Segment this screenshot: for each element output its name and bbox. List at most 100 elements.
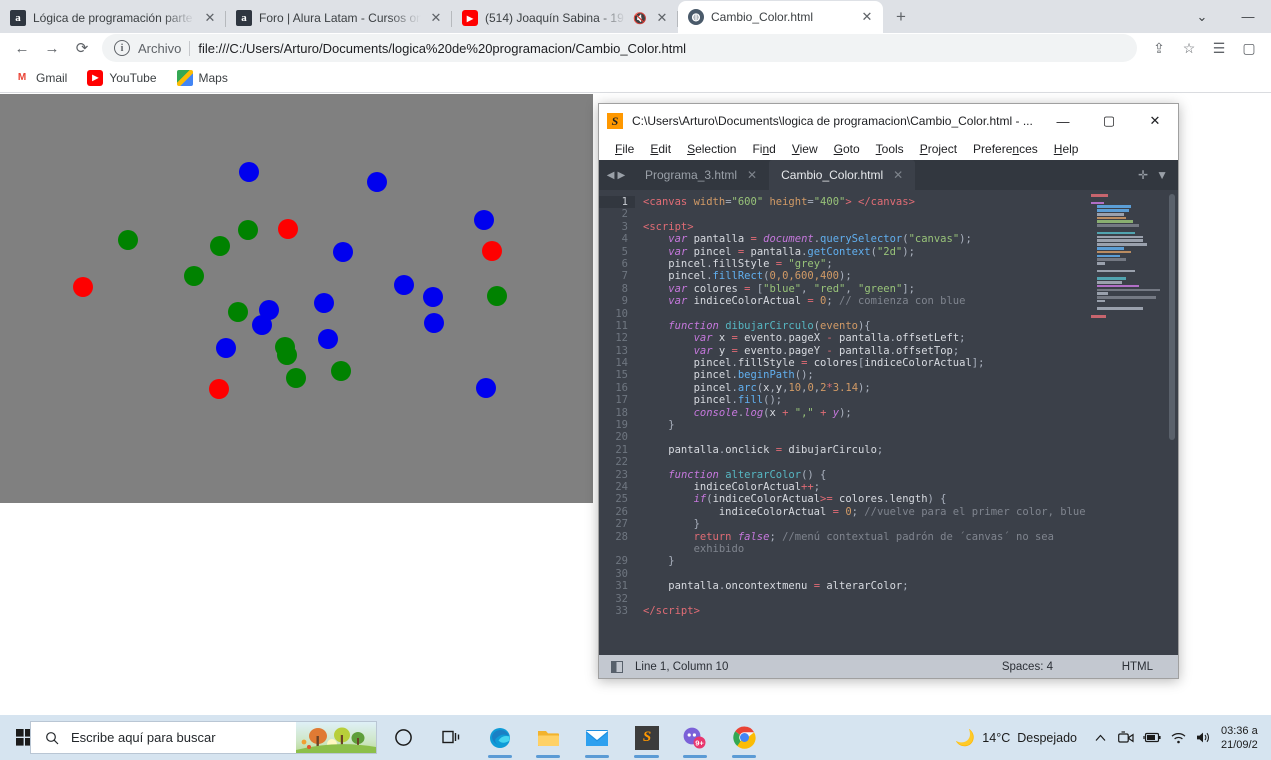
minimap[interactable]: [1091, 194, 1167, 426]
drawing-canvas[interactable]: [0, 94, 593, 503]
menu-project[interactable]: Project: [912, 142, 965, 156]
sublime-minimize-button[interactable]: —: [1040, 104, 1086, 138]
address-bar[interactable]: i Archivo file:///C:/Users/Arturo/Docume…: [102, 34, 1137, 62]
url-scheme-label: Archivo: [138, 40, 191, 56]
minimap-row: [1091, 198, 1167, 201]
tab-nav-arrows[interactable]: ◀ ▶: [599, 160, 633, 190]
browser-tab-2-title: Foro | Alura Latam - Cursos onlin: [259, 11, 421, 25]
line-number: 13: [615, 344, 628, 357]
add-tab-icon[interactable]: ✛: [1138, 168, 1148, 182]
edge-icon[interactable]: [476, 715, 524, 760]
file-explorer-icon[interactable]: [524, 715, 572, 760]
sublime-close-button[interactable]: ✕: [1132, 104, 1178, 138]
volume-icon[interactable]: [1191, 715, 1217, 760]
bookmarks-bar: M Gmail ▶ YouTube Maps: [0, 63, 1271, 93]
reading-list-icon[interactable]: ☰: [1205, 34, 1233, 62]
tab-close-icon[interactable]: ✕: [202, 10, 218, 26]
sublime-editor[interactable]: 1 2 3 4 5 6 7 8 9 10 11 12 13 14 15 16 17 18 19 20 21 22 23 24 2…: [599, 190, 1178, 655]
code-line[interactable]: indiceColorActual = 0; //vuelve para el …: [643, 506, 1178, 518]
code-line[interactable]: }: [643, 555, 1178, 567]
sidepanel-icon[interactable]: ▢: [1235, 34, 1263, 62]
close-icon[interactable]: ✕: [747, 168, 757, 182]
canvas-dot: [184, 266, 204, 286]
tab-close-icon[interactable]: ✕: [859, 9, 875, 25]
camera-icon[interactable]: [1113, 715, 1139, 760]
browser-tab-2[interactable]: a Foro | Alura Latam - Cursos onlin ✕: [226, 3, 452, 33]
menu-view[interactable]: View: [784, 142, 826, 156]
menu-file[interactable]: File: [607, 142, 642, 156]
new-tab-button[interactable]: +: [887, 3, 915, 31]
task-view-icon[interactable]: [427, 715, 475, 760]
sublime-tab-cambiocolor[interactable]: Cambio_Color.html ✕: [769, 160, 916, 190]
syntax-label[interactable]: HTML: [1122, 661, 1153, 673]
tab-mute-icon[interactable]: 🔇: [633, 12, 647, 25]
taskbar-clock[interactable]: 03:36 a 21/09/2: [1217, 724, 1271, 752]
tab-close-icon[interactable]: ✕: [654, 10, 670, 26]
sublime-maximize-button[interactable]: ▢: [1086, 104, 1132, 138]
sublime-text-icon[interactable]: S: [623, 715, 671, 760]
code-line[interactable]: if(indiceColorActual>= colores.length) {: [643, 493, 1178, 505]
browser-tab-3[interactable]: ▶ (514) Joaquín Sabina - 19 Dia 🔇 ✕: [452, 3, 678, 33]
teams-chat-icon[interactable]: 9+: [671, 715, 719, 760]
back-icon[interactable]: ←: [8, 34, 36, 62]
code-line[interactable]: function alterarColor() {: [643, 469, 1178, 481]
code-line[interactable]: </script>: [643, 605, 1178, 617]
menu-goto[interactable]: Goto: [826, 142, 868, 156]
battery-icon[interactable]: [1139, 715, 1165, 760]
browser-tab-1[interactable]: a Lógica de programación parte 3: ✕: [0, 3, 226, 33]
mail-icon[interactable]: [573, 715, 621, 760]
code-line[interactable]: pantalla.oncontextmenu = alterarColor;: [643, 580, 1178, 592]
show-hidden-icons[interactable]: [1087, 715, 1113, 760]
minimize-button[interactable]: —: [1225, 0, 1271, 33]
tab-close-icon[interactable]: ✕: [428, 10, 444, 26]
canvas-dot: [331, 361, 351, 381]
code-line[interactable]: indiceColorActual++;: [643, 481, 1178, 493]
menu-selection[interactable]: Selection: [679, 142, 744, 156]
editor-scrollbar[interactable]: [1169, 194, 1175, 440]
info-circle-icon[interactable]: i: [114, 40, 130, 56]
omnibox-toolbar: ← → ⟳ i Archivo file:///C:/Users/Arturo/…: [0, 33, 1271, 63]
code-line[interactable]: [643, 456, 1178, 468]
line-number: 9: [621, 295, 628, 308]
menu-edit[interactable]: Edit: [642, 142, 679, 156]
cortana-icon[interactable]: [379, 715, 427, 760]
taskbar-search-placeholder: Escribe aquí para buscar: [71, 730, 216, 745]
code-line[interactable]: pantalla.onclick = dibujarCirculo;: [643, 444, 1178, 456]
menu-help[interactable]: Help: [1046, 142, 1087, 156]
canvas-dot: [73, 277, 93, 297]
code-line[interactable]: [643, 431, 1178, 443]
sublime-tab-programa3[interactable]: Programa_3.html ✕: [633, 160, 769, 190]
line-number: 5: [621, 245, 628, 258]
sidebar-toggle-icon[interactable]: [611, 660, 623, 673]
weather-widget[interactable]: 🌙 14°C Despejado: [955, 728, 1087, 748]
reload-icon[interactable]: ⟳: [68, 34, 96, 62]
wifi-icon[interactable]: [1165, 715, 1191, 760]
line-number: 8: [621, 282, 628, 295]
bookmark-youtube[interactable]: ▶ YouTube: [79, 67, 164, 89]
menu-find[interactable]: Find: [744, 142, 783, 156]
tab-prev-icon[interactable]: ◀: [607, 170, 615, 181]
indentation-label[interactable]: Spaces: 4: [1002, 661, 1053, 673]
taskbar-search-box[interactable]: Escribe aquí para buscar: [30, 721, 377, 754]
chrome-chevron-icon[interactable]: ⌄: [1179, 0, 1225, 33]
close-icon[interactable]: ✕: [893, 168, 903, 182]
tab-dropdown-icon[interactable]: ▼: [1156, 168, 1168, 182]
bookmark-maps[interactable]: Maps: [169, 67, 236, 89]
minimap-row: [1091, 311, 1167, 314]
browser-tab-4-active[interactable]: ◍ Cambio_Color.html ✕: [678, 1, 883, 33]
line-number: 10: [615, 307, 628, 320]
bookmark-star-icon[interactable]: ☆: [1175, 34, 1203, 62]
code-line[interactable]: }: [643, 518, 1178, 530]
line-number: 14: [615, 357, 628, 370]
code-line[interactable]: [643, 568, 1178, 580]
chrome-icon[interactable]: [720, 715, 768, 760]
share-icon[interactable]: ⇪: [1145, 34, 1173, 62]
bookmark-gmail[interactable]: M Gmail: [6, 67, 75, 89]
tab-next-icon[interactable]: ▶: [618, 170, 626, 181]
menu-tools[interactable]: Tools: [868, 142, 912, 156]
menu-preferences[interactable]: Preferences: [965, 142, 1046, 156]
forward-icon[interactable]: →: [38, 34, 66, 62]
code-line[interactable]: return false; //menú contextual padrón d…: [643, 531, 1178, 556]
code-line[interactable]: [643, 593, 1178, 605]
canvas-dot: [474, 210, 494, 230]
